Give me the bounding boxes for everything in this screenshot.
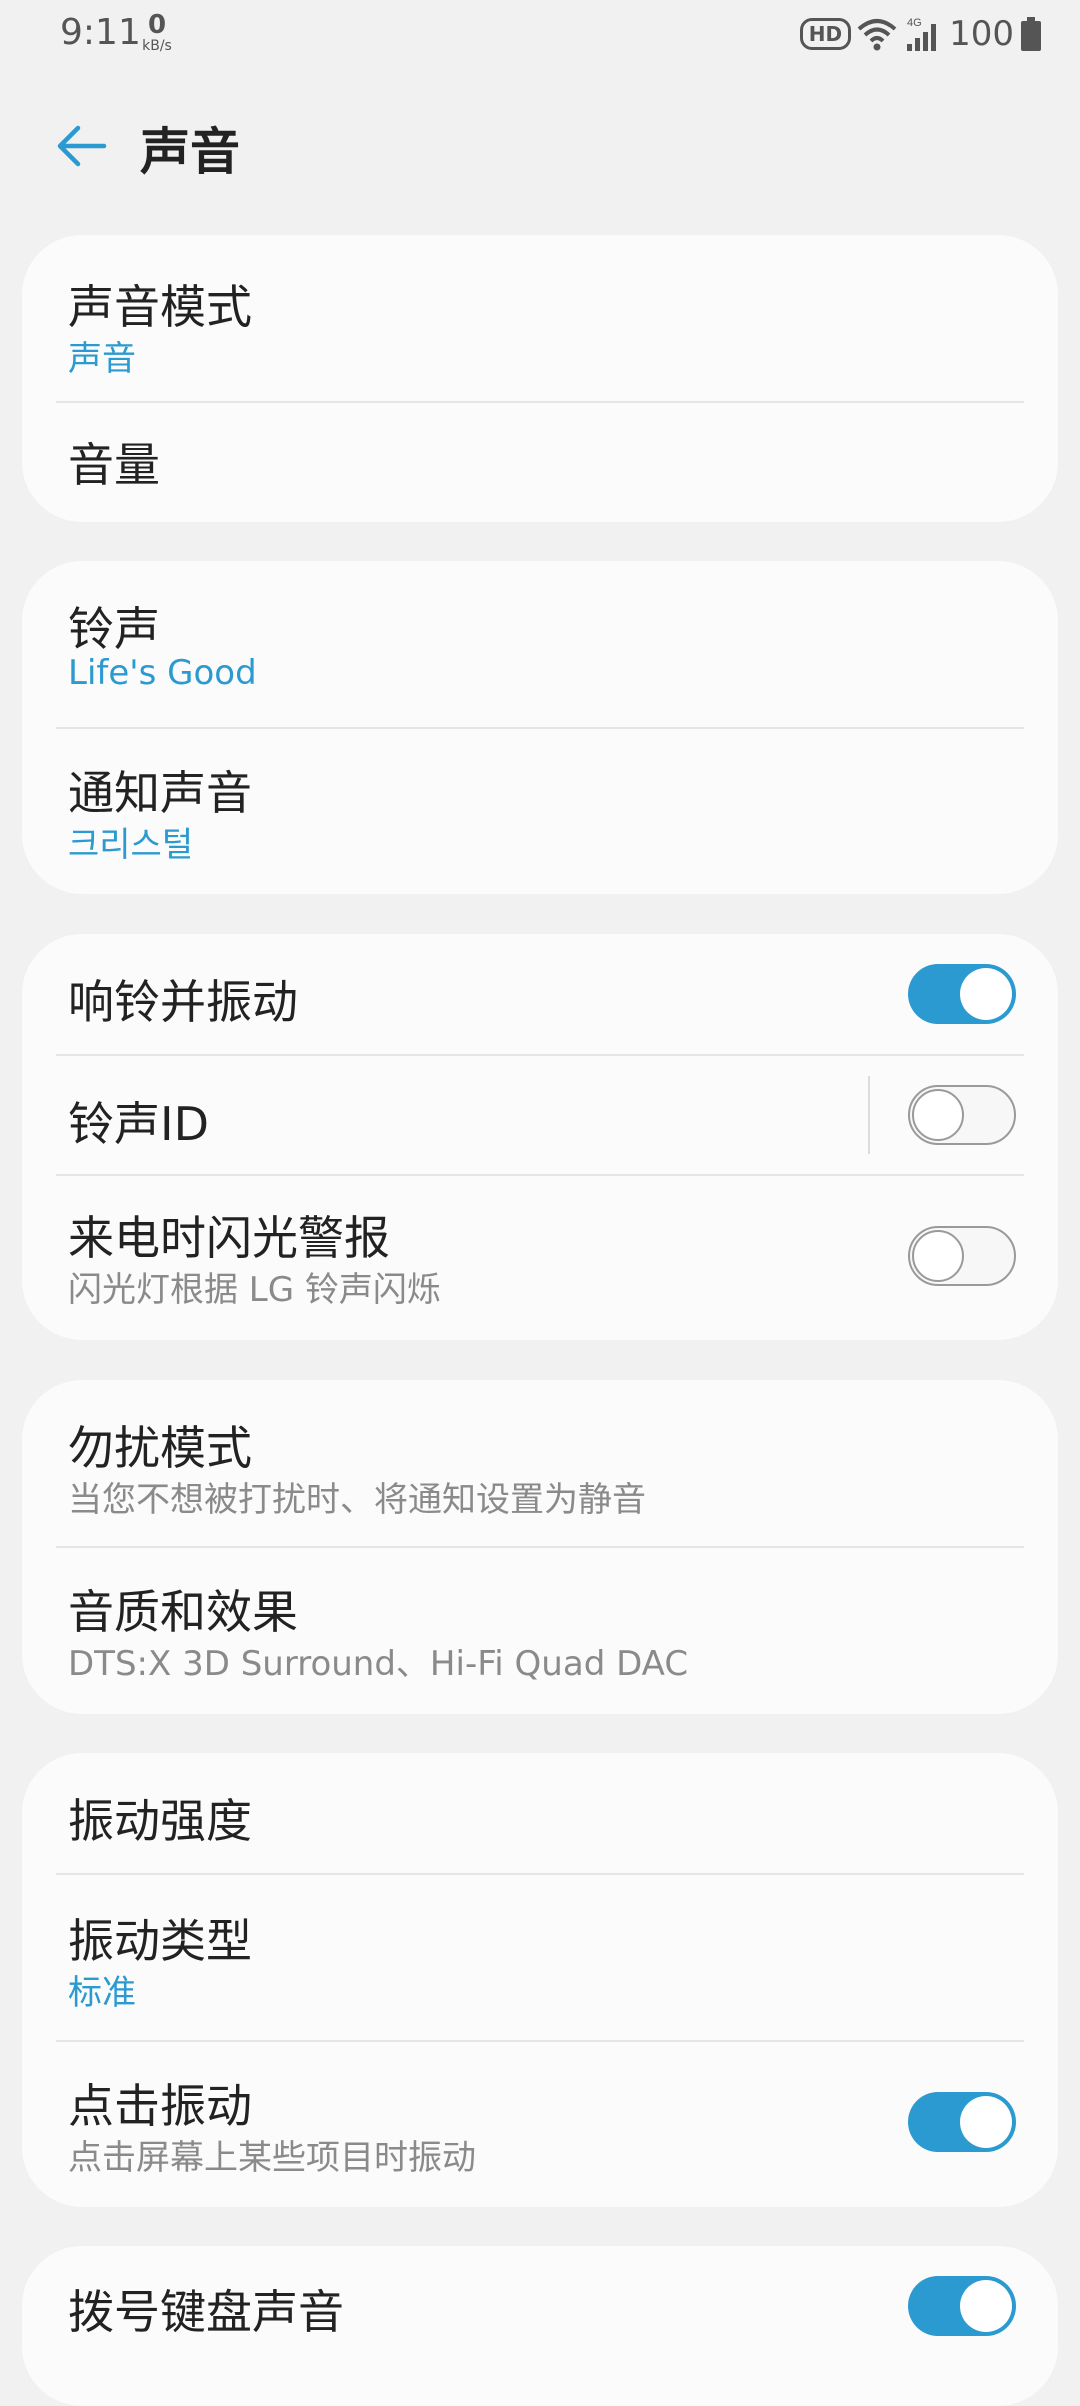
tap-vibration-toggle[interactable] (908, 2092, 1016, 2152)
tap-vibration-description: 点击屏幕上某些项目时振动 (68, 2138, 476, 2178)
ring-vibrate-toggle[interactable] (908, 964, 1016, 1024)
flash-alert-item[interactable]: 来电时闪光警报 闪光灯根据 LG 铃声闪烁 (22, 1176, 1058, 1340)
vibration-type-item[interactable]: 振动类型 标准 (22, 1875, 1058, 2041)
toggle-knob (960, 968, 1012, 1020)
flash-alert-toggle[interactable] (908, 1226, 1016, 1286)
card-dialpad: 拨号键盘声音 (22, 2246, 1058, 2406)
sound-quality-item[interactable]: 音质和效果 DTS:X 3D Surround、Hi-Fi Quad DAC (22, 1548, 1058, 1714)
network-type-label: 4G (907, 17, 922, 29)
dialpad-sound-toggle[interactable] (908, 2276, 1016, 2336)
app-bar: 声音 (0, 100, 1080, 190)
net-speed-value: 0 (147, 10, 167, 40)
toggle-knob (912, 1089, 964, 1141)
card-tones: 铃声 Life's Good 通知声音 크리스털 (22, 561, 1058, 894)
tap-vibration-title: 点击振动 (68, 2079, 252, 2133)
vibration-type-value: 标准 (68, 1973, 136, 2013)
card-ring-options: 响铃并振动 铃声ID 来电时闪光警报 闪光灯根据 LG 铃声闪烁 (22, 934, 1058, 1340)
page-title: 声音 (140, 123, 240, 181)
dnd-description: 当您不想被打扰时、将通知设置为静音 (68, 1480, 646, 1520)
ringtone-id-toggle[interactable] (908, 1085, 1016, 1145)
ringtone-value: Life's Good (68, 653, 257, 693)
dialpad-sound-item[interactable]: 拨号键盘声音 (22, 2246, 1058, 2366)
status-time: 9:11 (60, 12, 141, 53)
ringtone-item[interactable]: 铃声 Life's Good (22, 561, 1058, 727)
toggle-knob (912, 1230, 964, 1282)
card-vibration: 振动强度 振动类型 标准 点击振动 点击屏幕上某些项目时振动 (22, 1753, 1058, 2207)
ring-vibrate-item[interactable]: 响铃并振动 (22, 934, 1058, 1054)
volume-title: 音量 (68, 438, 160, 492)
sound-mode-item[interactable]: 声音模式 声音 (22, 235, 1058, 402)
sound-mode-value: 声音 (68, 339, 136, 379)
toggle-knob (960, 2096, 1012, 2148)
notification-sound-title: 通知声音 (68, 766, 252, 820)
cellular-signal-icon: 4G (907, 17, 937, 51)
wifi-icon (857, 19, 897, 51)
battery-icon (1021, 17, 1041, 51)
ring-vibrate-title: 响铃并振动 (68, 975, 298, 1029)
tap-vibration-item[interactable]: 点击振动 点击屏幕上某些项目时振动 (22, 2042, 1058, 2207)
battery-level: 100 (949, 14, 1014, 54)
dnd-title: 勿扰模式 (68, 1421, 252, 1475)
ringtone-id-item[interactable]: 铃声ID (22, 1056, 1058, 1174)
vertical-separator (868, 1076, 870, 1154)
sound-mode-title: 声音模式 (68, 280, 252, 334)
ringtone-id-title: 铃声ID (68, 1097, 209, 1151)
sound-quality-title: 音质和效果 (68, 1585, 298, 1639)
vibration-strength-item[interactable]: 振动强度 (22, 1753, 1058, 1873)
notification-sound-value: 크리스털 (68, 825, 194, 865)
hd-badge: HD (799, 18, 852, 50)
toggle-knob (960, 2280, 1012, 2332)
card-sound-mode: 声音模式 声音 音量 (22, 235, 1058, 522)
flash-alert-title: 来电时闪光警报 (68, 1211, 390, 1265)
sound-quality-description: DTS:X 3D Surround、Hi-Fi Quad DAC (68, 1644, 689, 1684)
status-bar: 9:11 0 kB/s HD 4G 100 (0, 0, 1080, 70)
net-speed: 0 kB/s (137, 12, 177, 54)
volume-item[interactable]: 音量 (22, 403, 1058, 522)
ringtone-title: 铃声 (68, 602, 160, 656)
vibration-strength-title: 振动强度 (68, 1794, 252, 1848)
dnd-item[interactable]: 勿扰模式 当您不想被打扰时、将通知设置为静音 (22, 1380, 1058, 1546)
card-dnd-quality: 勿扰模式 当您不想被打扰时、将通知设置为静音 音质和效果 DTS:X 3D Su… (22, 1380, 1058, 1714)
notification-sound-item[interactable]: 通知声音 크리스털 (22, 729, 1058, 894)
net-speed-unit: kB/s (142, 38, 172, 54)
flash-alert-description: 闪光灯根据 LG 铃声闪烁 (68, 1270, 441, 1310)
dialpad-sound-title: 拨号键盘声音 (68, 2285, 344, 2339)
vibration-type-title: 振动类型 (68, 1914, 252, 1968)
back-arrow-icon[interactable] (50, 114, 114, 178)
